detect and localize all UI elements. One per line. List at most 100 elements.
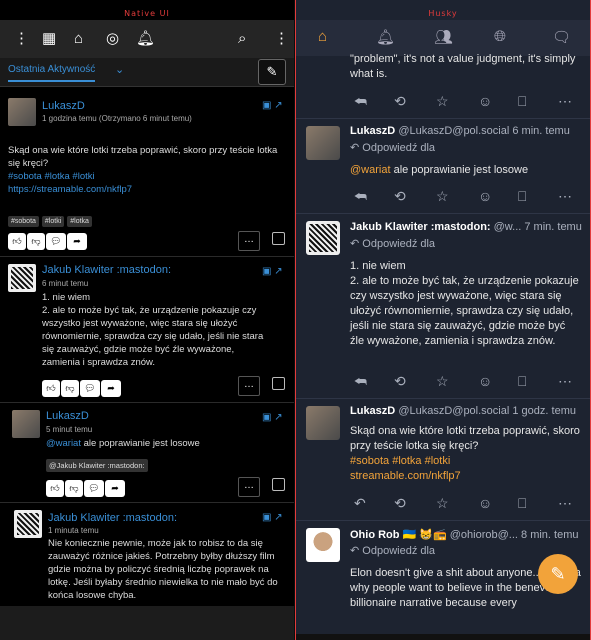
avatar[interactable] xyxy=(306,126,340,160)
tag-chip[interactable]: #sobota xyxy=(8,216,39,227)
external-link-icon[interactable]: ↗ xyxy=(274,266,282,277)
bookmark-icon[interactable]: ⎕ xyxy=(518,373,526,390)
bookmark-icon[interactable]: ⎕ xyxy=(518,188,526,205)
avatar[interactable] xyxy=(8,264,36,292)
hashtags[interactable]: #sobota #lotka #lotki xyxy=(8,171,95,182)
author-handle[interactable]: @ohiorob@... xyxy=(450,529,518,541)
bell-icon[interactable]: 🔔︎ xyxy=(136,30,155,48)
tag-chip[interactable]: #lotki xyxy=(41,216,65,227)
author-name[interactable]: LukaszD xyxy=(42,100,85,112)
avatar[interactable] xyxy=(8,98,36,126)
mention[interactable]: @wariat xyxy=(350,164,391,176)
emoji-icon[interactable]: ☺ xyxy=(478,373,492,389)
external-link-icon[interactable]: ↗ xyxy=(274,100,282,111)
more-options-button[interactable]: … xyxy=(238,231,260,251)
boost-icon[interactable]: ⟲ xyxy=(394,495,406,512)
compose-button[interactable]: ✎ xyxy=(258,59,286,85)
avatar[interactable] xyxy=(14,510,42,538)
author-name[interactable]: LukaszD xyxy=(350,125,395,137)
author-name[interactable]: Jakub Klawiter :mastodon: xyxy=(42,264,171,276)
more-icon[interactable]: ⋯ xyxy=(558,93,572,110)
share-button[interactable]: ➦ xyxy=(105,480,125,497)
post-icons[interactable]: ▣ ↗ xyxy=(262,100,283,111)
more-icon[interactable]: ⋯ xyxy=(558,188,572,205)
dislike-button[interactable]: 👎︎ xyxy=(61,380,79,397)
bookmark-icon[interactable]: ⎕ xyxy=(518,93,526,110)
chat-icon[interactable]: ▣ xyxy=(262,412,271,423)
star-icon[interactable]: ☆ xyxy=(436,373,449,390)
mention[interactable]: @wariat xyxy=(46,438,81,449)
more-icon[interactable]: ⋯ xyxy=(558,373,572,390)
chat-icon[interactable]: ▣ xyxy=(262,266,271,277)
reply-all-icon[interactable]: ⮪ xyxy=(354,373,367,390)
boost-icon[interactable]: ⟲ xyxy=(394,373,406,390)
author-handle[interactable]: @w... xyxy=(494,221,522,233)
select-checkbox[interactable] xyxy=(272,377,285,390)
star-icon[interactable]: ☆ xyxy=(436,495,449,512)
dislike-button[interactable]: 👎︎ xyxy=(65,480,83,497)
comment-button[interactable]: 💬︎ xyxy=(80,380,100,397)
star-icon[interactable]: ☆ xyxy=(436,93,449,110)
bell-icon[interactable]: 🔔︎ xyxy=(376,28,395,46)
like-button[interactable]: 👍︎ xyxy=(42,380,60,397)
search-icon[interactable]: ⌕ xyxy=(238,30,246,48)
more-options-button[interactable]: … xyxy=(238,477,260,497)
globe-icon[interactable]: 🌐︎ xyxy=(494,28,506,45)
chat-icon[interactable]: ▣ xyxy=(262,512,271,523)
emoji-icon[interactable]: ☺ xyxy=(478,188,492,204)
author-name[interactable]: Ohio Rob 🇺🇦 😸📻 xyxy=(350,529,447,541)
share-button[interactable]: ➦ xyxy=(101,380,121,397)
post-icons[interactable]: ▣ ↗ xyxy=(262,512,283,523)
select-checkbox[interactable] xyxy=(272,478,285,491)
target-icon[interactable]: ◎ xyxy=(106,30,119,48)
boost-icon[interactable]: ⟲ xyxy=(394,188,406,205)
author-name[interactable]: LukaszD xyxy=(350,405,395,417)
reply-all-icon[interactable]: ⮪ xyxy=(354,188,367,205)
home-icon[interactable]: ⌂ xyxy=(74,30,83,48)
more-options-button[interactable]: … xyxy=(238,376,260,396)
avatar[interactable] xyxy=(306,528,340,562)
people-icon[interactable]: 👥︎ xyxy=(434,28,453,46)
select-checkbox[interactable] xyxy=(272,232,285,245)
emoji-icon[interactable]: ☺ xyxy=(478,495,492,511)
more-icon[interactable]: ⋯ xyxy=(558,495,572,512)
chat-icon[interactable]: ▣ xyxy=(262,100,271,111)
hashtags[interactable]: #sobota #lotka #lotki xyxy=(350,455,450,467)
post-link[interactable]: https://streamable.com/nkflp7 xyxy=(8,184,132,195)
share-button[interactable]: ➦ xyxy=(67,233,87,250)
tag-chip[interactable]: #lotka xyxy=(67,216,92,227)
tab-recent-activity[interactable]: Ostatnia Aktywność xyxy=(8,64,96,82)
like-button[interactable]: 👍︎ xyxy=(46,480,64,497)
author-name[interactable]: Jakub Klawiter :mastodon: xyxy=(350,221,491,233)
like-button[interactable]: 👍︎ xyxy=(8,233,26,250)
author-handle[interactable]: @LukaszD@pol.social xyxy=(398,125,509,137)
compose-fab[interactable]: ✎ xyxy=(538,554,578,594)
emoji-icon[interactable]: ☺ xyxy=(478,93,492,109)
post-link[interactable]: streamable.com/nkflp7 xyxy=(350,470,461,482)
avatar[interactable] xyxy=(306,406,340,440)
more-icon[interactable]: ⋮ xyxy=(274,30,289,48)
messages-icon[interactable]: 🗨︎ xyxy=(552,28,571,46)
comment-button[interactable]: 💬︎ xyxy=(46,233,66,250)
author-name[interactable]: LukaszD xyxy=(46,410,89,422)
dislike-button[interactable]: 👎︎ xyxy=(27,233,45,250)
external-link-icon[interactable]: ↗ xyxy=(274,512,282,523)
grid-icon[interactable]: ▦ xyxy=(42,30,56,48)
star-icon[interactable]: ☆ xyxy=(436,188,449,205)
post-icons[interactable]: ▣ ↗ xyxy=(262,412,283,423)
reply-icon[interactable]: ↶ xyxy=(354,495,366,512)
home-icon[interactable]: ⌂ xyxy=(318,28,327,45)
post-icons[interactable]: ▣ ↗ xyxy=(262,266,283,277)
avatar[interactable] xyxy=(306,221,340,255)
author-handle[interactable]: @LukaszD@pol.social xyxy=(398,405,509,417)
bookmark-icon[interactable]: ⎕ xyxy=(518,495,526,512)
external-link-icon[interactable]: ↗ xyxy=(274,412,282,423)
reply-chip[interactable]: @Jakub Klawiter :mastodon: xyxy=(46,459,148,472)
author-name[interactable]: Jakub Klawiter :mastodon: xyxy=(48,512,177,524)
reply-all-icon[interactable]: ⮪ xyxy=(354,93,367,110)
comment-button[interactable]: 💬︎ xyxy=(84,480,104,497)
boost-icon[interactable]: ⟲ xyxy=(394,93,406,110)
menu-icon[interactable]: ⋮ xyxy=(14,30,29,48)
chevron-down-icon[interactable]: ⌄ xyxy=(115,63,124,76)
avatar[interactable] xyxy=(12,410,40,438)
